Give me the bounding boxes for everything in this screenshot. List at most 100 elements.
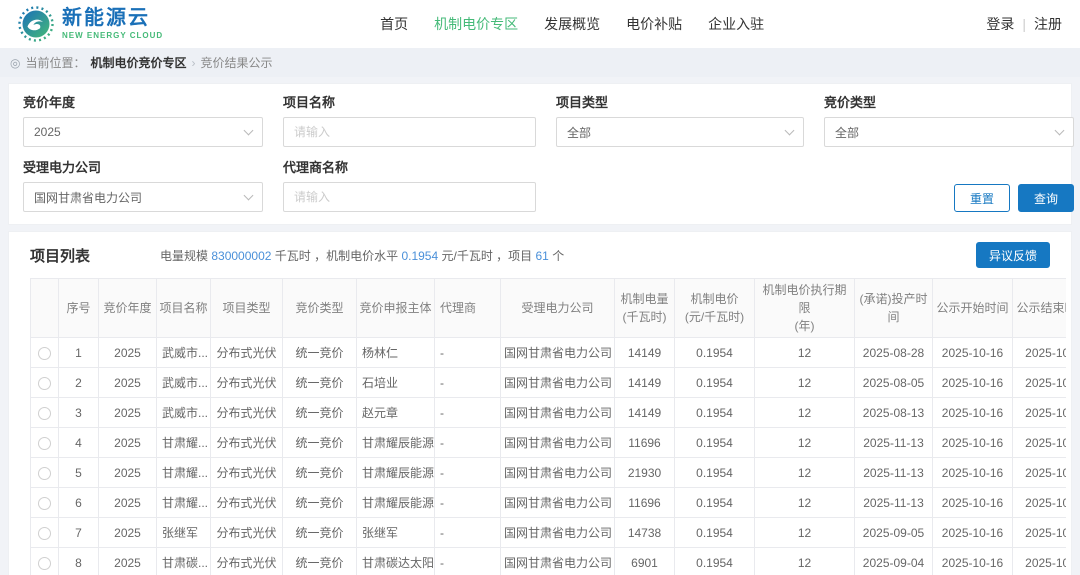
cell-publicity-start: 2025-10-16 [933, 518, 1013, 548]
project-type-value: 全部 [567, 124, 591, 141]
cell-term: 12 [755, 338, 855, 368]
cell-company: 国网甘肃省电力公司 [501, 488, 615, 518]
cell-price: 0.1954 [675, 368, 755, 398]
nav-item-home[interactable]: 首页 [380, 14, 408, 34]
cell-energy: 6901 [615, 548, 675, 575]
power-company-select[interactable]: 国网甘肃省电力公司 [23, 182, 263, 212]
field-project-type: 项目类型 全部 [556, 92, 804, 147]
brand-logo[interactable]: 新能源云 NEW ENERGY CLOUD [18, 6, 218, 42]
cell-publicity-start: 2025-10-16 [933, 368, 1013, 398]
breadcrumb-page: 竞价结果公示 [201, 54, 273, 71]
cell-bid-year: 2025 [99, 428, 157, 458]
breadcrumb-section[interactable]: 机制电价竞价专区 [91, 54, 187, 71]
nav-item-subsidy[interactable]: 电价补贴 [626, 14, 682, 34]
cell-production-date: 2025-08-05 [855, 368, 933, 398]
cell-bid-year: 2025 [99, 548, 157, 575]
cell-project-type: 分布式光伏 [211, 428, 283, 458]
cell-publicity-start: 2025-10-16 [933, 398, 1013, 428]
cell-applicant: 甘肃耀辰能源... [357, 488, 435, 518]
table-row[interactable]: 7 2025 张继军 分布式光伏 统一竞价 张继军 - 国网甘肃省电力公司 14… [31, 518, 1067, 548]
cell-agent: - [435, 368, 501, 398]
row-radio[interactable] [38, 467, 51, 480]
bid-type-select[interactable]: 全部 [824, 117, 1074, 147]
cell-project-name: 武威市... [157, 338, 211, 368]
cell-price: 0.1954 [675, 518, 755, 548]
cell-applicant: 甘肃耀辰能源... [357, 458, 435, 488]
auth-links: 登录 | 注册 [986, 14, 1062, 34]
cell-bid-year: 2025 [99, 338, 157, 368]
cell-publicity-start: 2025-10-16 [933, 458, 1013, 488]
query-button[interactable]: 查询 [1018, 184, 1074, 212]
reset-button[interactable]: 重置 [954, 184, 1010, 212]
table-row[interactable]: 3 2025 武威市... 分布式光伏 统一竞价 赵元章 - 国网甘肃省电力公司… [31, 398, 1067, 428]
project-list-panel: 项目列表 电量规模 830000002 千瓦时 ，机制电价水平 0.1954 元… [8, 231, 1072, 575]
cell-production-date: 2025-11-13 [855, 488, 933, 518]
cell-publicity-end: 2025-10-2 [1013, 338, 1067, 368]
table-row[interactable]: 8 2025 甘肃碳... 分布式光伏 统一竞价 甘肃碳达太阳... - 国网甘… [31, 548, 1067, 575]
cell-no: 2 [59, 368, 99, 398]
project-table-wrap: 序号 竞价年度 项目名称 项目类型 竞价类型 竞价申报主体 代理商 受理电力公司… [30, 278, 1066, 575]
table-row[interactable]: 6 2025 甘肃耀... 分布式光伏 统一竞价 甘肃耀辰能源... - 国网甘… [31, 488, 1067, 518]
cloud-logo-icon [18, 6, 54, 42]
summary-text: 个 [549, 249, 564, 263]
filter-panel: 竞价年度 2025 项目名称 项目类型 全部 竞价类型 全部 受理电力 [8, 83, 1072, 225]
table-row[interactable]: 4 2025 甘肃耀... 分布式光伏 统一竞价 甘肃耀辰能源... - 国网甘… [31, 428, 1067, 458]
cell-agent: - [435, 398, 501, 428]
cell-company: 国网甘肃省电力公司 [501, 548, 615, 575]
cell-project-type: 分布式光伏 [211, 518, 283, 548]
header-term: 机制电价执行期限(年) [755, 279, 855, 338]
cell-price: 0.1954 [675, 458, 755, 488]
cell-publicity-end: 2025-10-2 [1013, 488, 1067, 518]
header-applicant: 竞价申报主体 [357, 279, 435, 338]
row-radio[interactable] [38, 407, 51, 420]
agent-name-input[interactable] [283, 182, 536, 212]
cell-select [31, 488, 59, 518]
project-type-select[interactable]: 全部 [556, 117, 804, 147]
cell-price: 0.1954 [675, 398, 755, 428]
cell-bid-year: 2025 [99, 488, 157, 518]
table-row[interactable]: 1 2025 武威市... 分布式光伏 统一竞价 杨林仁 - 国网甘肃省电力公司… [31, 338, 1067, 368]
breadcrumb: ◎ 当前位置： 机制电价竞价专区 › 竞价结果公示 [0, 48, 1080, 77]
breadcrumb-separator-icon: › [192, 56, 196, 70]
table-body: 1 2025 武威市... 分布式光伏 统一竞价 杨林仁 - 国网甘肃省电力公司… [31, 338, 1067, 575]
row-radio[interactable] [38, 557, 51, 570]
cell-bid-type: 统一竞价 [283, 488, 357, 518]
row-radio[interactable] [38, 497, 51, 510]
cell-no: 5 [59, 458, 99, 488]
nav-item-overview[interactable]: 发展概览 [544, 14, 600, 34]
login-link[interactable]: 登录 [986, 14, 1014, 34]
project-table: 序号 竞价年度 项目名称 项目类型 竞价类型 竞价申报主体 代理商 受理电力公司… [30, 278, 1066, 575]
row-radio[interactable] [38, 377, 51, 390]
top-bar: 新能源云 NEW ENERGY CLOUD 首页 机制电价专区 发展概览 电价补… [0, 0, 1080, 48]
cell-select [31, 458, 59, 488]
row-radio[interactable] [38, 437, 51, 450]
chevron-down-icon [244, 125, 254, 135]
table-row[interactable]: 5 2025 甘肃耀... 分布式光伏 统一竞价 甘肃耀辰能源... - 国网甘… [31, 458, 1067, 488]
field-project-name: 项目名称 [283, 92, 536, 147]
cell-bid-type: 统一竞价 [283, 338, 357, 368]
cell-term: 12 [755, 488, 855, 518]
cell-project-name: 甘肃耀... [157, 458, 211, 488]
cell-term: 12 [755, 368, 855, 398]
cell-bid-type: 统一竞价 [283, 548, 357, 575]
cell-project-type: 分布式光伏 [211, 548, 283, 575]
bid-year-label: 竞价年度 [23, 92, 263, 111]
header-project-name: 项目名称 [157, 279, 211, 338]
cell-publicity-end: 2025-10-2 [1013, 548, 1067, 575]
bid-year-select[interactable]: 2025 [23, 117, 263, 147]
cell-energy: 14149 [615, 338, 675, 368]
cell-applicant: 甘肃耀辰能源... [357, 428, 435, 458]
project-name-input[interactable] [283, 117, 536, 147]
header-agent: 代理商 [435, 279, 501, 338]
nav-item-mechanism-price[interactable]: 机制电价专区 [434, 14, 518, 34]
header-publicity-end: 公示结束时间 [1013, 279, 1067, 338]
header-publicity-start: 公示开始时间 [933, 279, 1013, 338]
register-link[interactable]: 注册 [1034, 14, 1062, 34]
table-row[interactable]: 2 2025 武威市... 分布式光伏 统一竞价 石培业 - 国网甘肃省电力公司… [31, 368, 1067, 398]
cell-applicant: 张继军 [357, 518, 435, 548]
row-radio[interactable] [38, 347, 51, 360]
nav-item-enterprise[interactable]: 企业入驻 [708, 14, 764, 34]
row-radio[interactable] [38, 527, 51, 540]
objection-feedback-button[interactable]: 异议反馈 [976, 242, 1050, 268]
bid-type-label: 竞价类型 [824, 92, 1074, 111]
